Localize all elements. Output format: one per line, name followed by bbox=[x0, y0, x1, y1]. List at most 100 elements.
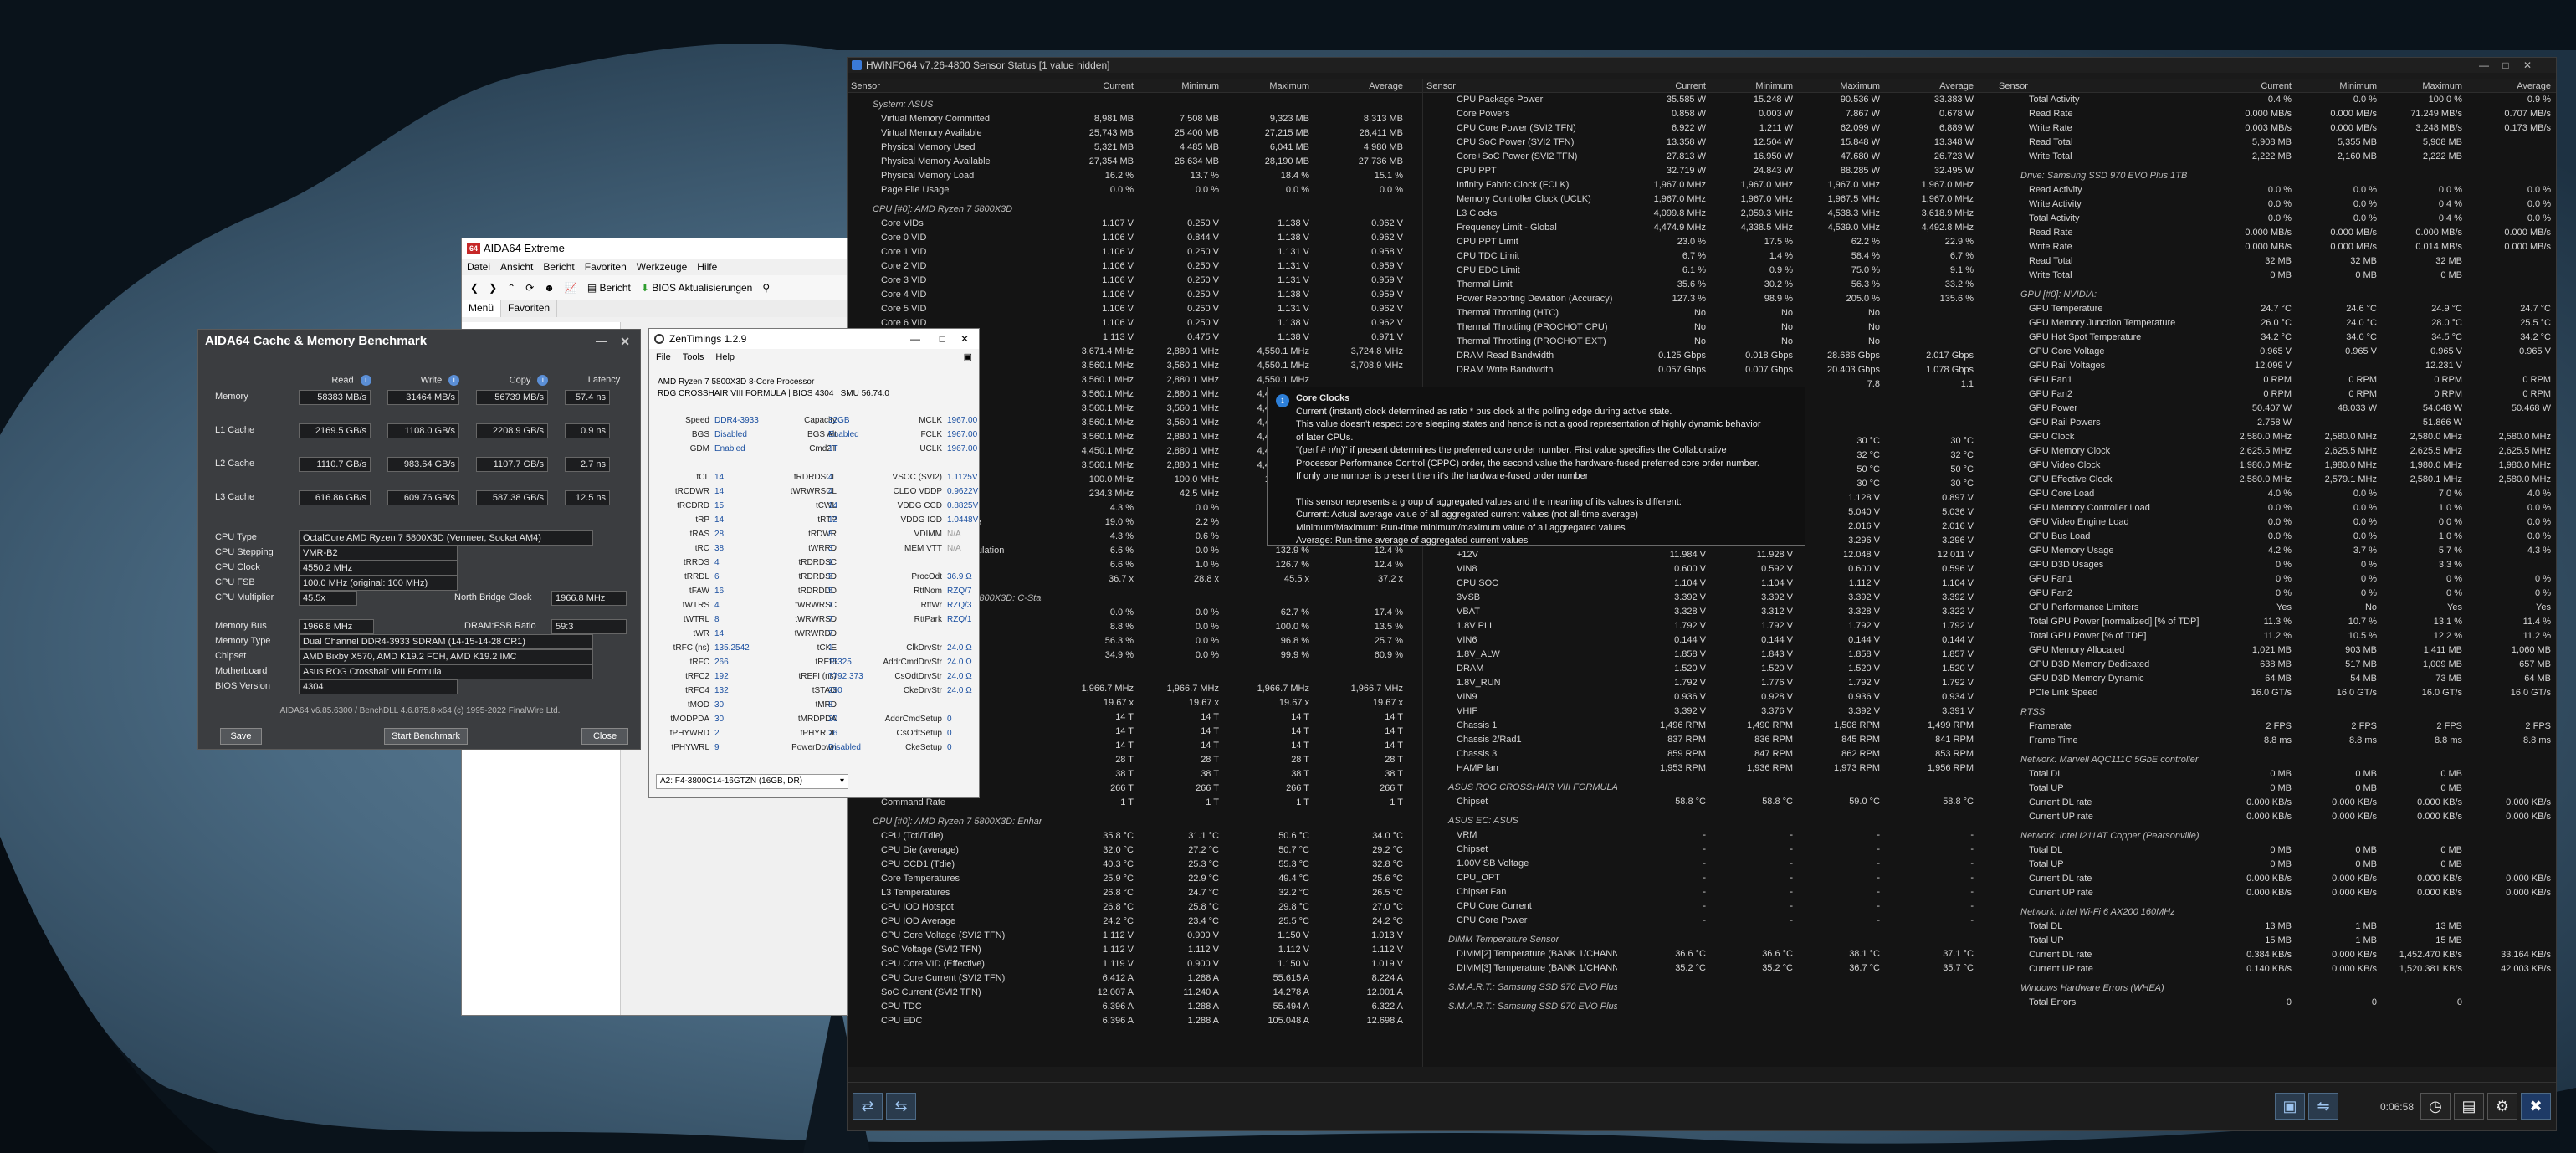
sensor-row[interactable]: Current DL rate 0.384 KB/s 0.000 KB/s 1,452… bbox=[1995, 948, 2556, 962]
info-icon[interactable]: i bbox=[360, 375, 371, 386]
sensor-row[interactable]: VIN8 0.600 V 0.592 V 0.600 V 0.596 V bbox=[1423, 562, 1995, 576]
sensor-row[interactable]: GPU D3D Memory Dedicated 638 MB 517 MB 1,00… bbox=[1995, 658, 2556, 672]
sensor-row[interactable]: GPU Memory Usage 4.2 % 3.7 % 5.7 % 4.3 % bbox=[1995, 544, 2556, 558]
sensor-row[interactable]: Thermal Throttling (PROCHOT EXT) No No No bbox=[1423, 335, 1995, 349]
sensor-row[interactable]: Write Total 2,222 MB 2,160 MB 2,222 MB bbox=[1995, 150, 2556, 164]
sensor-row[interactable]: Core+SoC Power (SVI2 TFN) 27.813 W 16.950 … bbox=[1423, 150, 1995, 164]
sensor-group-header[interactable]: Network: Marvell AQC111C 5GbE controller bbox=[1995, 753, 2556, 767]
sensor-row[interactable]: Write Rate 0.000 MB/s 0.000 MB/s 0.014 MB/s… bbox=[1995, 240, 2556, 254]
sensor-row[interactable]: Core Powers 0.858 W 0.003 W 7.867 W 0.678 W bbox=[1423, 107, 1995, 121]
sensor-row[interactable]: Total GPU Power [normalized] [% of TDP] 1… bbox=[1995, 615, 2556, 629]
benchmark-titlebar[interactable]: AIDA64 Cache & Memory Benchmark — ✕ bbox=[198, 330, 640, 353]
sensor-row[interactable]: Write Total 0 MB 0 MB 0 MB bbox=[1995, 269, 2556, 283]
sensor-row[interactable]: VIN9 0.936 V 0.928 V 0.936 V 0.934 V bbox=[1423, 690, 1995, 705]
sensor-row[interactable]: Current UP rate 0.000 KB/s 0.000 KB/s 0.000… bbox=[1995, 810, 2556, 824]
sensor-row[interactable]: GPU Clock 2,580.0 MHz 2,580.0 MHz 2,580.0 M… bbox=[1995, 430, 2556, 444]
sensor-row[interactable]: 1.8V PLL 1.792 V 1.792 V 1.792 V 1.792 V bbox=[1423, 619, 1995, 633]
sensor-row[interactable]: CPU TDC 6.396 A 1.288 A 55.494 A 6.322 A bbox=[848, 1000, 1422, 1014]
sensor-row[interactable]: L3 Temperatures 26.8 °C 24.7 °C 32.2 °C 26.5… bbox=[848, 886, 1422, 900]
close-icon[interactable]: ✕ bbox=[960, 329, 969, 349]
maximize-icon[interactable]: □ bbox=[940, 329, 945, 349]
sensor-row[interactable]: CPU IOD Hotspot 26.8 °C 25.8 °C 29.8 °C 27.0… bbox=[848, 900, 1422, 915]
zentimings-window[interactable]: ZenTimings 1.2.9 — □ ✕ File Tools Help ▣… bbox=[648, 328, 980, 798]
header-minimum[interactable]: Minimum bbox=[1139, 79, 1224, 92]
close-icon[interactable]: ✕ bbox=[2517, 58, 2538, 73]
sensor-row[interactable]: HAMP fan 1,953 RPM 1,936 RPM 1,973 RPM 1,956… bbox=[1423, 761, 1995, 776]
refresh-icon[interactable]: ⟳ bbox=[525, 275, 534, 300]
sensor-row[interactable]: CPU Core Current - - - - bbox=[1423, 899, 1995, 914]
sensor-row[interactable]: GPU Memory Junction Temperature 26.0 °C 24… bbox=[1995, 316, 2556, 331]
header-average[interactable]: Average bbox=[1885, 79, 1979, 92]
header-minimum[interactable]: Minimum bbox=[2297, 79, 2382, 92]
sensor-row[interactable]: Chipset 58.8 °C 58.8 °C 59.0 °C 58.8 °C bbox=[1423, 795, 1995, 809]
sensor-row[interactable]: Read Total 5,908 MB 5,355 MB 5,908 MB bbox=[1995, 136, 2556, 150]
menu-file[interactable]: File bbox=[656, 349, 671, 366]
up-arrow-icon[interactable]: ⌃ bbox=[507, 275, 515, 300]
sensor-row[interactable]: CPU Core VID (Effective) 1.119 V 0.900 V 1.… bbox=[848, 957, 1422, 971]
sensor-row[interactable]: Chipset Fan - - - - bbox=[1423, 885, 1995, 899]
sensor-row[interactable]: 3VSB 3.392 V 3.392 V 3.392 V 3.392 V bbox=[1423, 591, 1995, 605]
sensor-row[interactable]: GPU Memory Controller Load 0.0 % 0.0 % 1.0 … bbox=[1995, 501, 2556, 515]
sensor-row[interactable]: CPU Core Power (SVI2 TFN) 6.922 W 1.211 W 6… bbox=[1423, 121, 1995, 136]
sensor-row[interactable]: 1.8V_ALW 1.858 V 1.843 V 1.858 V 1.857 V bbox=[1423, 648, 1995, 662]
sensor-group-header[interactable]: CPU [#0]: AMD Ryzen 7 5800X3D bbox=[848, 202, 1422, 217]
sensor-row[interactable]: L3 Clocks 4,099.8 MHz 2,059.3 MHz 4,538.3 M… bbox=[1423, 207, 1995, 221]
sensor-row[interactable]: GPU Effective Clock 2,580.0 MHz 2,579.1 MH… bbox=[1995, 473, 2556, 487]
sensor-row[interactable]: Total DL 13 MB 1 MB 13 MB bbox=[1995, 920, 2556, 934]
minimize-icon[interactable]: — bbox=[910, 329, 920, 349]
aida64-titlebar[interactable]: 64 AIDA64 Extreme bbox=[462, 238, 847, 259]
sensor-row[interactable]: GPU Fan2 0 % 0 % 0 % 0 % bbox=[1995, 587, 2556, 601]
sensor-row[interactable]: CPU Die (average) 32.0 °C 27.2 °C 50.7 °C 29… bbox=[848, 843, 1422, 858]
timer-icon[interactable]: ◷ bbox=[2420, 1093, 2451, 1120]
sensor-row[interactable]: VBAT 3.328 V 3.312 V 3.328 V 3.322 V bbox=[1423, 605, 1995, 619]
header-maximum[interactable]: Maximum bbox=[2382, 79, 2467, 92]
navigate-forward-icon[interactable]: ⇆ bbox=[886, 1093, 916, 1120]
sensor-row[interactable]: GPU Fan1 0 RPM 0 RPM 0 RPM 0 RPM bbox=[1995, 373, 2556, 387]
sensor-row[interactable]: CPU EDC Limit 6.1 % 0.9 % 75.0 % 9.1 % bbox=[1423, 264, 1995, 278]
navigate-back-icon[interactable]: ⇄ bbox=[853, 1093, 883, 1120]
sensor-row[interactable]: SoC Voltage (SVI2 TFN) 1.112 V 1.112 V 1.11… bbox=[848, 943, 1422, 957]
sensor-row[interactable]: Total GPU Power [% of TDP] 11.2 % 10.5 % 12… bbox=[1995, 629, 2556, 643]
search-icon[interactable]: ⚲ bbox=[762, 275, 770, 300]
menu-help[interactable]: Help bbox=[715, 349, 735, 366]
sensor-row[interactable]: Thermal Throttling (HTC) No No No bbox=[1423, 306, 1995, 320]
header-sensor[interactable]: Sensor bbox=[1423, 79, 1617, 92]
settings-gear-icon[interactable]: ⚙ bbox=[2487, 1093, 2517, 1120]
sensor-row[interactable]: Total DL 0 MB 0 MB 0 MB bbox=[1995, 767, 2556, 781]
sensor-group-header[interactable]: Network: Intel Wi-Fi 6 AX200 160MHz bbox=[1995, 905, 2556, 920]
sensor-row[interactable]: Read Total 32 MB 32 MB 32 MB bbox=[1995, 254, 2556, 269]
sensor-row[interactable]: 1.00V SB Voltage - - - - bbox=[1423, 857, 1995, 871]
sensor-group-header[interactable]: S.M.A.R.T.: Samsung SSD 970 EVO Plus 1TB bbox=[1423, 1000, 1995, 1014]
sensor-row[interactable]: Core 4 VID 1.106 V 0.250 V 1.138 V 0.959 V bbox=[848, 288, 1422, 302]
sensor-row[interactable]: Total UP 0 MB 0 MB 0 MB bbox=[1995, 858, 2556, 872]
sensor-row[interactable]: CPU IOD Average 24.2 °C 23.4 °C 25.5 °C 24.2… bbox=[848, 915, 1422, 929]
sensor-group-header[interactable]: Windows Hardware Errors (WHEA) bbox=[1995, 981, 2556, 996]
header-sensor[interactable]: Sensor bbox=[848, 79, 1042, 92]
sensor-group-header[interactable]: ASUS ROG CROSSHAIR VIII FORMULA bbox=[1423, 781, 1995, 795]
sensor-row[interactable]: Frequency Limit - Global 4,474.9 MHz 4,338… bbox=[1423, 221, 1995, 235]
sensor-row[interactable]: GPU Core Voltage 0.965 V 0.965 V 0.965 V 0.9… bbox=[1995, 345, 2556, 359]
sensor-row[interactable]: Core 0 VID 1.106 V 0.844 V 1.138 V 0.962 V bbox=[848, 231, 1422, 245]
menu-ansicht[interactable]: Ansicht bbox=[500, 259, 533, 275]
sensor-row[interactable]: Read Rate 0.000 MB/s 0.000 MB/s 71.249 MB/s… bbox=[1995, 107, 2556, 121]
header-average[interactable]: Average bbox=[1314, 79, 1408, 92]
sensor-row[interactable]: CPU Core Voltage (SVI2 TFN) 1.112 V 0.900 … bbox=[848, 929, 1422, 943]
sensor-row[interactable]: CPU EDC 6.396 A 1.288 A 105.048 A 12.698 A bbox=[848, 1014, 1422, 1028]
sensor-row[interactable]: Physical Memory Used 5,321 MB 4,485 MB 6,04… bbox=[848, 141, 1422, 155]
report-icon[interactable]: ▤ bbox=[2454, 1093, 2484, 1120]
compare-icon[interactable]: ⇋ bbox=[2308, 1093, 2338, 1120]
sensor-row[interactable]: GPU Fan1 0 % 0 % 0 % 0 % bbox=[1995, 572, 2556, 587]
sensor-row[interactable]: GPU D3D Usages 0 % 0 % 3.3 % bbox=[1995, 558, 2556, 572]
sensor-row[interactable]: Total Activity 0.4 % 0.0 % 100.0 % 0.9 % bbox=[1995, 93, 2556, 107]
sensor-group-header[interactable]: Network: Intel I211AT Copper (Pearsonvil… bbox=[1995, 829, 2556, 843]
sensor-row[interactable]: CPU SOC 1.104 V 1.104 V 1.112 V 1.104 V bbox=[1423, 576, 1995, 591]
menu-tools[interactable]: Tools bbox=[683, 349, 704, 366]
sensor-row[interactable]: Infinity Fabric Clock (FCLK) 1,967.0 MHz 1… bbox=[1423, 178, 1995, 192]
sensor-row[interactable]: Power Reporting Deviation (Accuracy) 127.… bbox=[1423, 292, 1995, 306]
sensor-row[interactable]: GPU Bus Load 0.0 % 0.0 % 1.0 % 0.0 % bbox=[1995, 530, 2556, 544]
sensor-row[interactable]: GPU Video Engine Load 0.0 % 0.0 % 0.0 % 0.0 … bbox=[1995, 515, 2556, 530]
menu-bericht[interactable]: Bericht bbox=[543, 259, 574, 275]
sensor-group-header[interactable]: GPU [#0]: NVIDIA: bbox=[1995, 288, 2556, 302]
sensor-row[interactable]: GPU Performance Limiters Yes No Yes Yes bbox=[1995, 601, 2556, 615]
chart-icon[interactable]: 📈 bbox=[565, 275, 577, 300]
